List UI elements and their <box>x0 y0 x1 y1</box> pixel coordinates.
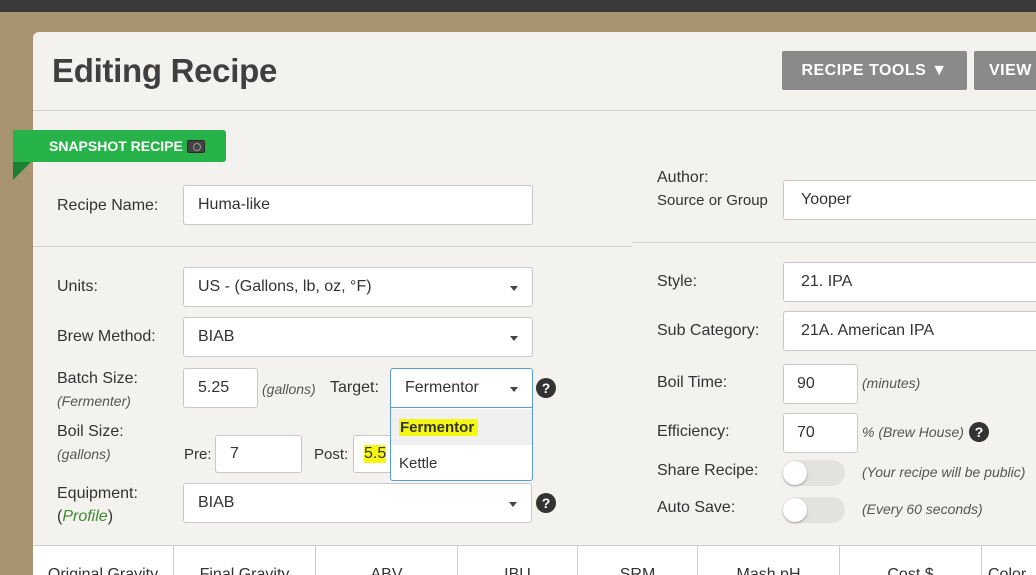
author-label: Author: <box>657 169 709 186</box>
batch-size-input[interactable]: 5.25 <box>183 368 258 408</box>
boil-size-sublabel: (gallons) <box>57 446 111 462</box>
target-label: Target: <box>330 379 379 396</box>
post-label: Post: <box>314 446 349 463</box>
stat-color: Color <box>982 546 1036 575</box>
target-dropdown: Fermentor Kettle <box>390 408 533 481</box>
author-sublabel: Source or Group <box>657 192 768 209</box>
equipment-profile: (Profile) <box>57 508 113 526</box>
pre-label: Pre: <box>184 446 212 463</box>
efficiency-help-icon[interactable]: ? <box>969 422 989 442</box>
units-label: Units: <box>57 278 98 295</box>
recipe-tools-button[interactable]: RECIPE TOOLS ▼ <box>782 51 967 90</box>
stat-label: Color <box>988 566 1027 575</box>
stat-original-gravity: Original Gravity <box>33 546 174 575</box>
boil-time-input[interactable]: 90 <box>783 364 858 404</box>
stat-cost: Cost $ <box>840 546 982 575</box>
recipe-name-label: Recipe Name: <box>57 197 159 214</box>
stat-label: Original Gravity <box>47 566 159 575</box>
post-boil-value: 5.5 <box>364 445 387 463</box>
stat-label: Cost $ <box>887 566 934 575</box>
stat-final-gravity: Final Gravity <box>174 546 316 575</box>
efficiency-label: Efficiency: <box>657 423 730 440</box>
brew-method-label: Brew Method: <box>57 328 156 345</box>
snapshot-recipe-button[interactable]: SNAPSHOT RECIPE <box>13 130 226 162</box>
equipment-help-icon[interactable]: ? <box>536 493 556 513</box>
batch-size-sublabel: (Fermenter) <box>57 393 131 409</box>
stat-mash-ph: Mash pH <box>698 546 840 575</box>
boil-time-unit: (minutes) <box>862 375 921 391</box>
style-label: Style: <box>657 273 698 290</box>
stat-label: SRM <box>619 566 656 575</box>
page-title: Editing Recipe <box>52 52 277 89</box>
boil-time-label: Boil Time: <box>657 374 728 391</box>
batch-size-label: Batch Size: <box>57 370 138 387</box>
stats-header: Original Gravity Final Gravity ABV IBU S… <box>33 545 1036 575</box>
stat-label: IBU <box>504 566 531 575</box>
profile-paren-close: ) <box>107 508 114 525</box>
stat-srm: SRM <box>578 546 698 575</box>
section-divider-left <box>33 246 632 247</box>
sub-category-label: Sub Category: <box>657 322 760 339</box>
share-recipe-label: Share Recipe: <box>657 462 759 479</box>
efficiency-unit: % (Brew House) <box>862 424 964 440</box>
stat-label: Final Gravity <box>199 566 290 575</box>
efficiency-input[interactable]: 70 <box>783 413 858 453</box>
pre-boil-input[interactable]: 7 <box>215 435 302 473</box>
style-select[interactable]: 21. IPA <box>783 262 1036 302</box>
auto-save-toggle[interactable] <box>783 497 845 523</box>
top-bar <box>0 0 1036 12</box>
equipment-select[interactable]: BIAB <box>183 483 532 523</box>
boil-size-label: Boil Size: <box>57 423 124 440</box>
section-divider-right <box>632 242 1036 243</box>
auto-save-label: Auto Save: <box>657 499 736 516</box>
equipment-label: Equipment: <box>57 485 138 502</box>
auto-save-note: (Every 60 seconds) <box>862 501 983 517</box>
target-option-kettle[interactable]: Kettle <box>391 445 532 481</box>
header-divider <box>33 110 1036 111</box>
units-select[interactable]: US - (Gallons, lb, oz, °F) <box>183 267 533 307</box>
author-input[interactable]: Yooper <box>783 180 1036 220</box>
share-recipe-toggle[interactable] <box>783 460 845 486</box>
stat-label: ABV <box>370 566 403 575</box>
stat-abv: ABV <box>316 546 458 575</box>
target-help-icon[interactable]: ? <box>536 378 556 398</box>
brew-method-select[interactable]: BIAB <box>183 317 533 357</box>
camera-icon <box>186 139 205 153</box>
ribbon-tail <box>13 162 31 180</box>
view-button[interactable]: VIEW <box>974 51 1036 90</box>
batch-unit: (gallons) <box>262 381 316 397</box>
snapshot-label: SNAPSHOT RECIPE <box>49 138 183 154</box>
stat-ibu: IBU <box>458 546 578 575</box>
sub-category-select[interactable]: 21A. American IPA <box>783 311 1036 351</box>
target-option-fermentor[interactable]: Fermentor <box>391 409 532 445</box>
recipe-name-input[interactable]: Huma-like <box>183 185 533 225</box>
profile-link[interactable]: Profile <box>62 508 107 525</box>
share-note: (Your recipe will be public) <box>862 464 1026 480</box>
stat-label: Mash pH <box>736 566 801 575</box>
target-select[interactable]: Fermentor <box>390 368 533 408</box>
